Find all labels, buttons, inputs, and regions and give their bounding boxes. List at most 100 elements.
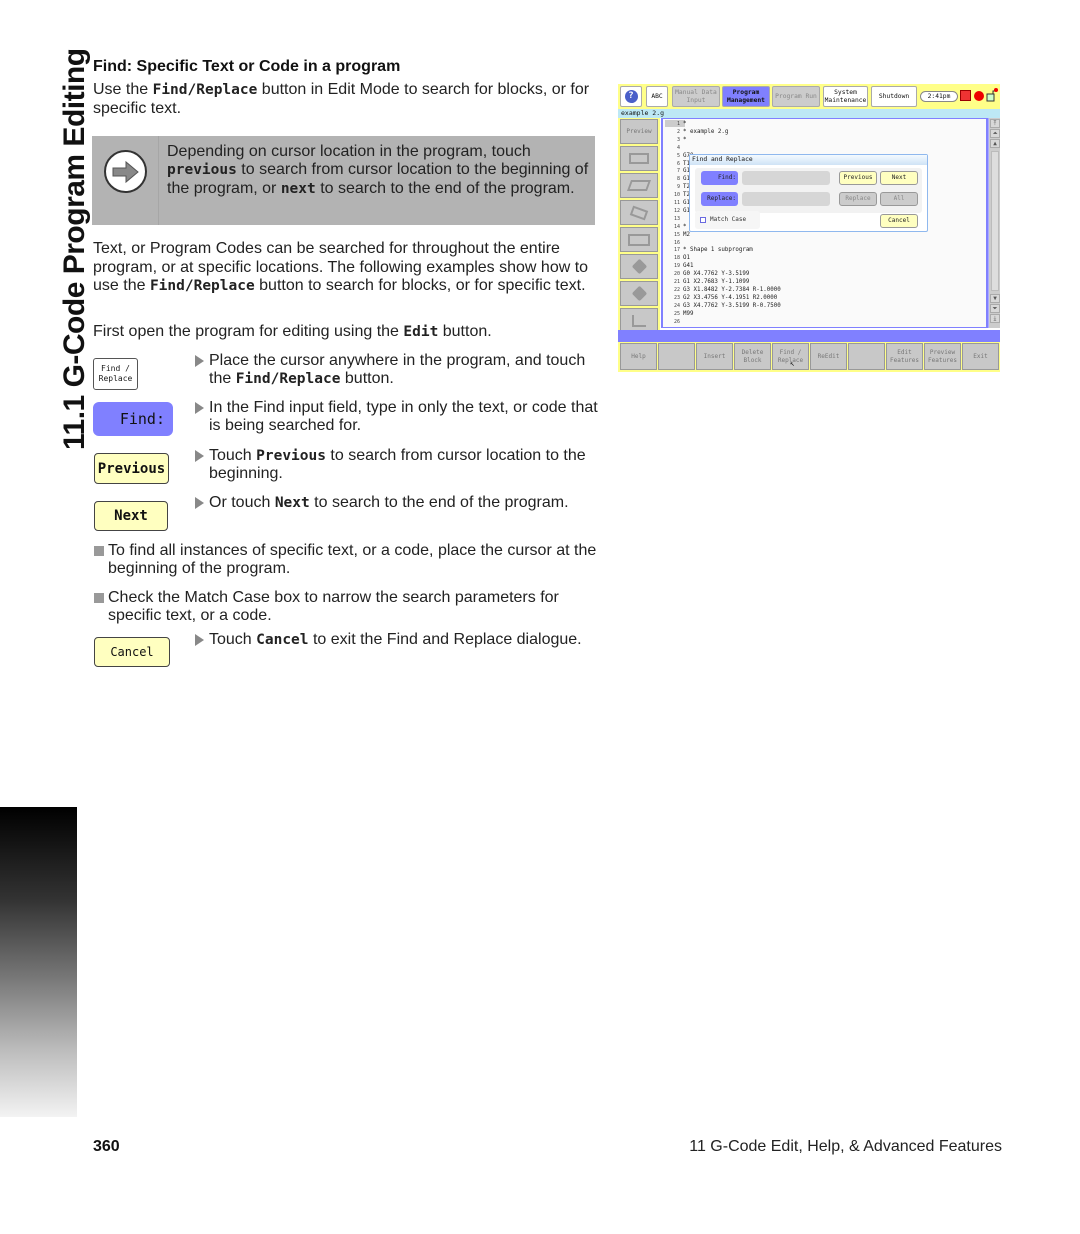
code-line[interactable]: 24 G3 X4.7762 Y-3.5199 R-0.7500	[663, 302, 781, 310]
code-line[interactable]: 4	[663, 144, 683, 152]
replace-button[interactable]: Replace	[839, 192, 877, 206]
softkey-help[interactable]: Help	[620, 343, 657, 370]
step-5: Touch Cancel to exit the Find and Replac…	[195, 631, 600, 649]
code-line[interactable]: 20 G0 X4.7762 Y-3.5199	[663, 270, 749, 278]
code-line[interactable]: 15 M2	[663, 231, 690, 239]
sidebar-tool-5-button[interactable]	[620, 254, 658, 279]
sidebar-tool-3-button[interactable]	[620, 200, 658, 225]
scroll-down-icon[interactable]: ▼	[990, 294, 1000, 303]
editor-sidebar: Preview	[618, 118, 660, 342]
code-line[interactable]: 11 G1	[663, 199, 690, 207]
line-number: 21	[673, 279, 680, 285]
softkey-reedit[interactable]: ReEdit	[810, 343, 847, 370]
previous-button[interactable]: Previous	[839, 171, 877, 185]
softkey-blank-2[interactable]	[848, 343, 885, 370]
code-line[interactable]: 21 G1 X2.7683 Y-1.1099	[663, 278, 749, 286]
code-line[interactable]: 12 G1	[663, 207, 690, 215]
line-number: 20	[673, 271, 680, 278]
body-paragraph: Text, or Program Codes can be searched f…	[93, 240, 589, 294]
code-line[interactable]: 2 * example 2.g	[663, 128, 728, 136]
code-line[interactable]: 7 G1	[663, 167, 690, 175]
line-text: G2 X3.4756 Y-4.1951 R2.0000	[683, 294, 778, 301]
bullet-2: Check the Match Case box to narrow the s…	[93, 589, 603, 626]
code-line[interactable]: 22 G3 X1.8482 Y-2.7384 R-1.0000	[663, 286, 781, 294]
plane-icon	[629, 205, 649, 220]
next-button[interactable]: Next	[880, 171, 918, 185]
scroll-bottom-icon[interactable]: ⤓	[990, 314, 1000, 323]
line-text: * example 2.g	[683, 128, 729, 135]
code-line[interactable]: 25 M99	[663, 310, 694, 318]
bullet-1: To find all instances of specific text, …	[93, 542, 603, 579]
code-line[interactable]: 6 T1	[663, 160, 690, 168]
program-run-button[interactable]: Program Run	[772, 86, 820, 107]
scroll-page-down-icon[interactable]: ⏷	[990, 304, 1000, 313]
softkey-exit[interactable]: Exit	[962, 343, 999, 370]
code-line[interactable]: 17 * Shape 1 subprogram	[663, 246, 753, 254]
step-arrow-icon	[195, 450, 204, 462]
preview-button[interactable]: Preview	[620, 119, 658, 144]
step-arrow-icon	[195, 634, 204, 646]
step-3: Touch Previous to search from cursor loc…	[195, 447, 600, 484]
abc-button[interactable]: ABC	[646, 86, 668, 107]
step-arrow-icon	[195, 402, 204, 414]
system-maintenance-button[interactable]: System Maintenance	[823, 86, 868, 107]
replace-input[interactable]	[742, 192, 830, 206]
status-red-light-icon	[974, 91, 984, 101]
line-text: G0 X4.7762 Y-3.5199	[683, 271, 750, 278]
softkey-insert[interactable]: Insert	[696, 343, 733, 370]
vertical-scrollbar[interactable]: ⤒ ⏶ ▲ ▼ ⏷ ⤓	[988, 118, 1000, 328]
footer-chapter-title: 11 G-Code Edit, Help, & Advanced Feature…	[689, 1138, 1002, 1155]
code-line[interactable]: 9 T2	[663, 183, 690, 191]
previous-button-image: Previous	[94, 453, 169, 484]
line-text: G1 X2.7683 Y-1.1099	[683, 279, 750, 285]
find-input[interactable]	[742, 171, 830, 185]
scroll-up-icon[interactable]: ▲	[990, 139, 1000, 148]
match-case-checkbox[interactable]	[700, 217, 706, 223]
program-management-button[interactable]: Program Management	[722, 86, 770, 107]
code-line[interactable]: 13	[663, 215, 683, 223]
softkey-delete-block[interactable]: Delete Block	[734, 343, 771, 370]
code-line[interactable]: 8 G1	[663, 175, 690, 183]
line-number: 22	[673, 286, 680, 293]
line-number: 5	[676, 152, 680, 159]
code-line[interactable]: 3 *	[663, 136, 687, 144]
scroll-page-up-icon[interactable]: ⏶	[990, 129, 1000, 138]
sidebar-tool-1-button[interactable]	[620, 146, 658, 171]
scroll-top-icon[interactable]: ⤒	[990, 119, 1000, 128]
scroll-track[interactable]	[991, 151, 999, 291]
code-line[interactable]: 1 *	[663, 120, 687, 128]
code-line[interactable]: 26	[663, 318, 683, 326]
bullet-square-icon	[94, 546, 104, 556]
cancel-button[interactable]: Cancel	[880, 214, 918, 228]
code-line[interactable]: 23 G2 X3.4756 Y-4.1951 R2.0000	[663, 294, 777, 302]
line-text: G41	[683, 263, 694, 270]
diamond-cut-icon	[631, 285, 647, 302]
step-2: In the Find input field, type in only th…	[195, 399, 600, 436]
line-text: G3 X1.8482 Y-2.7384 R-1.0000	[683, 286, 781, 293]
top-toolbar: ? ABC Manual Data Input Program Manageme…	[618, 84, 1000, 109]
manual-data-input-button[interactable]: Manual Data Input	[672, 86, 720, 107]
sidebar-tool-6-button[interactable]	[620, 281, 658, 306]
code-line[interactable]: 14 *	[663, 223, 687, 231]
bullet-square-icon	[94, 593, 104, 603]
line-number: 17	[673, 247, 680, 254]
sidebar-tool-2-button[interactable]	[620, 173, 658, 198]
code-line[interactable]: 10 T2	[663, 191, 690, 199]
line-text: O1	[683, 255, 690, 262]
emergency-stop-icon[interactable]	[960, 90, 971, 101]
find-label-image: Find:	[93, 402, 173, 436]
dialog-body: Find: Previous Next Replace: Replace All	[695, 168, 922, 213]
code-line[interactable]: 19 G41	[663, 262, 694, 270]
sidebar-tool-4-button[interactable]	[620, 227, 658, 252]
mouse-cursor-icon: ↖	[790, 359, 795, 368]
code-line[interactable]: 16	[663, 239, 683, 247]
softkey-blank-1[interactable]	[658, 343, 695, 370]
softkey-edit-features[interactable]: Edit Features	[886, 343, 923, 370]
line-number: 7	[676, 168, 680, 175]
shutdown-button[interactable]: Shutdown	[871, 86, 917, 107]
match-case-option[interactable]: Match Case	[695, 211, 760, 229]
replace-all-button[interactable]: All	[880, 192, 918, 206]
code-line[interactable]: 18 O1	[663, 254, 690, 262]
softkey-preview-features[interactable]: Preview Features	[924, 343, 961, 370]
help-button[interactable]: ?	[620, 86, 642, 107]
